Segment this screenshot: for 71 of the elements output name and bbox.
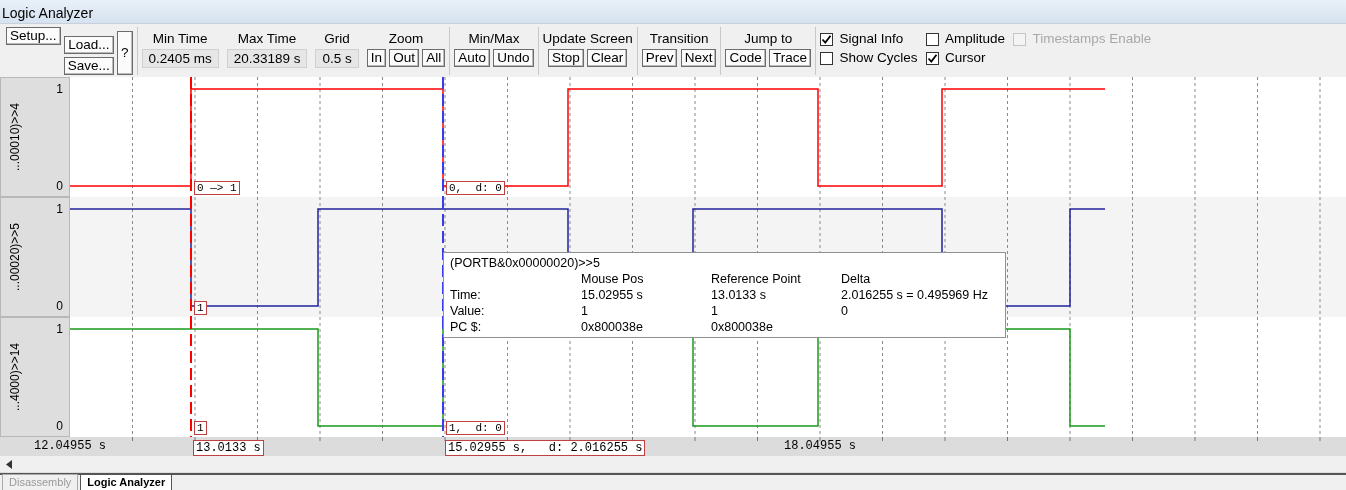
group-label: Grid xyxy=(324,30,350,47)
checkbox-label: Show Cycles xyxy=(839,49,918,67)
row-label: Time: xyxy=(450,287,482,303)
toolbar-button[interactable]: Auto xyxy=(454,49,491,67)
toolbar-button[interactable]: In xyxy=(366,49,386,67)
group-label: Transition xyxy=(649,30,709,47)
toolbar-button[interactable]: Out xyxy=(389,49,419,67)
group-label: Zoom xyxy=(388,30,424,47)
cursor-time-label: 15.02955 s, d: 2.016255 s xyxy=(445,440,646,456)
tooltip-value: 0x800038e xyxy=(711,319,774,335)
toolbar-button[interactable]: Clear xyxy=(587,49,628,67)
tooltip-value: 1 xyxy=(581,303,589,319)
checkbox[interactable] xyxy=(820,51,833,65)
toolbar-button[interactable]: Code xyxy=(725,49,766,67)
group-label: Min Time xyxy=(152,30,208,47)
checkbox-label: Cursor xyxy=(945,49,986,67)
tooltip-title: (PORTB&0x00000020)>>5 xyxy=(450,255,601,271)
level-label: 1 xyxy=(56,202,63,216)
tooltip-value: 0x800038e xyxy=(581,319,644,335)
bottom-tab[interactable]: Logic Analyzer xyxy=(80,474,173,490)
time-axis-label: 12.04955 s xyxy=(34,439,106,453)
cursor-value-label: 0, d: 0 xyxy=(446,181,505,195)
group-label: Jump to xyxy=(744,30,793,47)
column-header: Mouse Pos xyxy=(581,271,645,287)
level-label: 0 xyxy=(56,299,63,313)
checkbox-label: Signal Info xyxy=(839,30,904,48)
toolbar-button[interactable]: Trace xyxy=(768,49,811,67)
column-header: Delta xyxy=(841,271,872,287)
toolbar-button[interactable]: Load... xyxy=(63,35,114,54)
toolbar-button[interactable]: Undo xyxy=(493,49,534,67)
signal-name: ...00020)>>5 xyxy=(7,222,23,292)
readout-field: 20.33189 s xyxy=(226,49,308,68)
column-header: Reference Point xyxy=(711,271,802,287)
row-label: Value: xyxy=(450,303,486,319)
time-axis-label: 18.04955 s xyxy=(784,439,856,453)
tooltip-value: 15.02955 s xyxy=(581,287,644,303)
group-label: Update Screen xyxy=(542,30,633,47)
row-label: PC $: xyxy=(450,319,483,335)
tooltip-value: 1 xyxy=(711,303,719,319)
level-label: 0 xyxy=(56,179,63,193)
signal-name: ...4000)>>14 xyxy=(7,342,23,412)
tooltip-value: 0 xyxy=(841,303,849,319)
toolbar-button[interactable]: All xyxy=(422,49,446,67)
toolbar-button[interactable]: Next xyxy=(680,49,717,67)
cursor-value-label: 0 —> 1 xyxy=(194,181,240,195)
checkbox[interactable] xyxy=(820,32,833,46)
toolbar-button[interactable]: Save... xyxy=(63,57,114,75)
scroll-left-icon[interactable] xyxy=(5,459,13,469)
toolbar-button[interactable]: Prev xyxy=(641,49,678,67)
group-label: Max Time xyxy=(237,30,297,47)
checkbox-label: Amplitude xyxy=(945,30,1006,48)
group-label: Min/Max xyxy=(468,30,520,47)
level-label: 1 xyxy=(56,82,63,96)
window-title: Logic Analyzer xyxy=(2,5,94,21)
cursor-value-label: 1 xyxy=(194,301,207,315)
tooltip-value: 2.016255 s = 0.495969 Hz xyxy=(841,287,989,303)
toolbar-button[interactable]: Setup... xyxy=(6,27,61,45)
level-label: 0 xyxy=(56,419,63,433)
toolbar-button[interactable]: ? xyxy=(117,31,133,75)
readout-field: 0.2405 ms xyxy=(141,49,219,68)
cursor-value-label: 1, d: 0 xyxy=(446,421,505,435)
toolbar-button[interactable]: Stop xyxy=(547,49,584,67)
checkbox[interactable] xyxy=(925,51,939,65)
cursor-value-label: 1 xyxy=(194,421,207,435)
tooltip-value: 13.0133 s xyxy=(711,287,767,303)
checkbox[interactable] xyxy=(925,32,939,46)
checkbox-label: Timestamps Enable xyxy=(1032,30,1152,48)
cursor-time-label: 13.0133 s xyxy=(193,440,264,456)
level-label: 1 xyxy=(56,322,63,336)
readout-field: 0.5 s xyxy=(315,49,359,68)
signal-name: ...00010)>>4 xyxy=(7,102,23,172)
